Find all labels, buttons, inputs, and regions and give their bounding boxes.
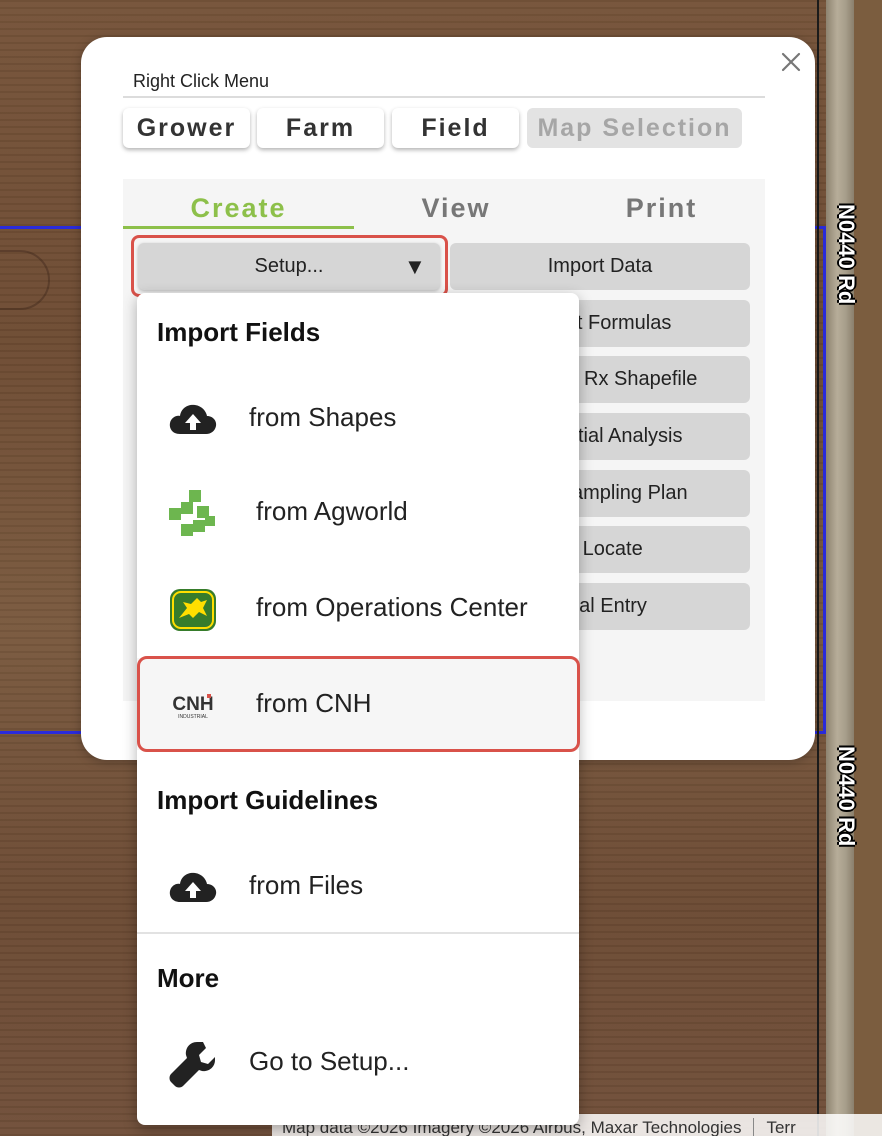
menu-item-from-files[interactable]: from Files: [137, 840, 579, 932]
divider: [123, 96, 765, 98]
menu-item-label: from CNH: [256, 688, 372, 718]
road-label: N0440 Rd: [834, 746, 859, 847]
tab-map-selection[interactable]: Map Selection: [527, 108, 742, 148]
section-header-import-fields: Import Fields: [157, 317, 321, 347]
tab-create[interactable]: Create: [123, 193, 354, 229]
tab-view[interactable]: View: [354, 193, 558, 229]
wrench-icon: [169, 1042, 215, 1088]
setup-button-label: Setup...: [254, 255, 324, 277]
attribution-terms-link[interactable]: Terr: [766, 1118, 795, 1136]
tab-farm[interactable]: Farm: [257, 108, 384, 148]
cnh-logo-subtext: INDUSTRIAL: [178, 714, 208, 720]
button-label: ampling Plan: [572, 482, 688, 504]
menu-item-from-operations-center[interactable]: from Operations Center: [137, 562, 579, 654]
caret-down-icon: ▼: [404, 254, 426, 279]
cloud-upload-icon: [169, 404, 217, 434]
tab-print[interactable]: Print: [558, 193, 765, 229]
button-label: tial Analysis: [578, 425, 683, 447]
menu-item-label: Go to Setup...: [249, 1046, 410, 1076]
section-header-import-guidelines: Import Guidelines: [157, 785, 379, 815]
menu-item-label: from Agworld: [256, 496, 408, 526]
section-header-more: More: [157, 963, 220, 993]
john-deere-logo-icon: [170, 589, 216, 631]
cnh-logo-icon: CNH INDUSTRIAL: [172, 694, 214, 720]
road-edge: [817, 0, 819, 1136]
menu-item-go-to-setup[interactable]: Go to Setup...: [137, 1016, 579, 1108]
road-label: N0440 Rd: [834, 204, 859, 305]
menu-item-from-agworld[interactable]: from Agworld: [137, 466, 579, 558]
button-label: lit Formulas: [568, 312, 672, 334]
button-label: Rx Shapefile: [584, 368, 698, 390]
tab-field[interactable]: Field: [392, 108, 519, 148]
field-texture: [0, 250, 50, 310]
divider: [137, 932, 579, 934]
close-icon: [781, 52, 801, 72]
setup-dropdown-button[interactable]: Setup... ▼: [138, 243, 440, 290]
button-label: ual Entry: [568, 595, 647, 617]
menu-item-label: from Operations Center: [256, 592, 528, 622]
road: [826, 0, 854, 1136]
import-data-button[interactable]: Import Data: [450, 243, 750, 290]
close-button[interactable]: [777, 48, 805, 76]
attribution-separator: [753, 1118, 755, 1136]
menu-item-from-cnh[interactable]: CNH INDUSTRIAL from CNH: [137, 658, 579, 750]
menu-item-from-shapes[interactable]: from Shapes: [137, 372, 579, 464]
cloud-upload-icon: [169, 872, 217, 902]
panel-title: Right Click Menu: [133, 71, 270, 91]
menu-item-label: from Shapes: [249, 402, 397, 432]
menu-item-label: from Files: [249, 870, 364, 900]
agworld-logo-icon: [169, 490, 215, 536]
adjacent-field: [854, 0, 882, 1136]
tab-grower[interactable]: Grower: [123, 108, 250, 148]
